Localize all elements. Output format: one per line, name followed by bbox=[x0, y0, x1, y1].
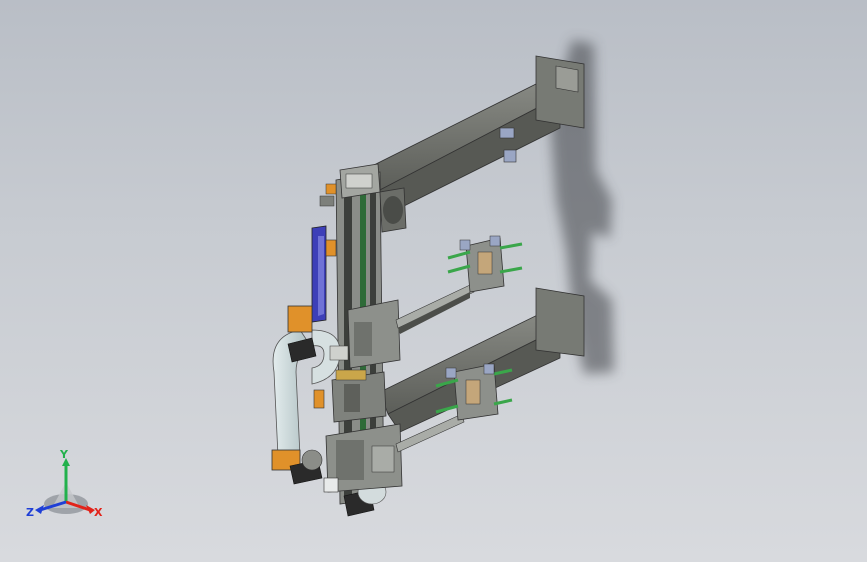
z-axis-label: Z bbox=[26, 506, 34, 519]
upper-gripper[interactable] bbox=[447, 235, 523, 293]
middle-block[interactable] bbox=[331, 369, 387, 423]
blue-guide[interactable] bbox=[311, 225, 327, 323]
assembly-model[interactable] bbox=[0, 0, 867, 562]
y-axis-label: Y bbox=[59, 448, 69, 461]
cad-viewport[interactable]: Y X Z bbox=[0, 0, 867, 562]
top-motor[interactable] bbox=[379, 187, 407, 233]
x-axis-label: X bbox=[94, 506, 103, 519]
column-fittings bbox=[319, 183, 337, 207]
axis-triad: Y X Z bbox=[26, 448, 103, 519]
